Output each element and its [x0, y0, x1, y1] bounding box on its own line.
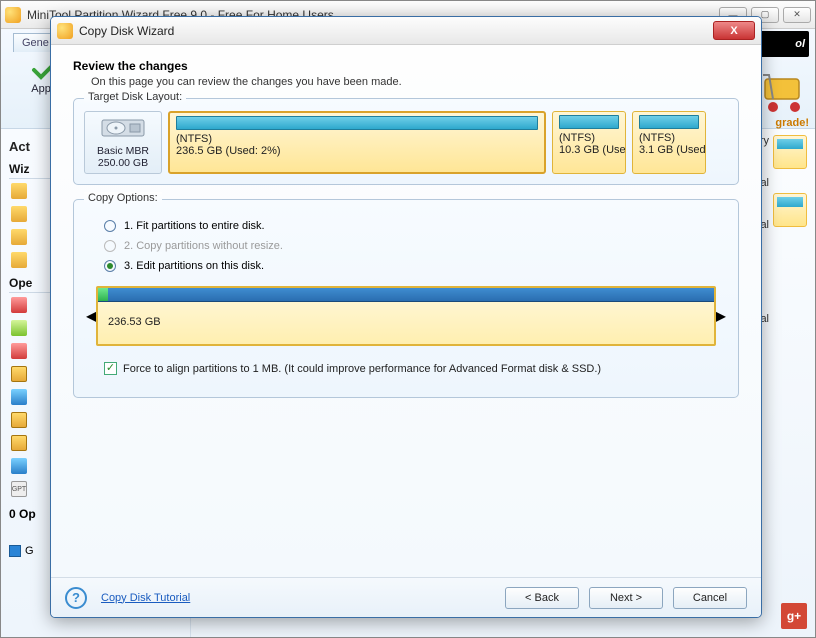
sidebar-icon[interactable]	[11, 435, 27, 451]
partition-editor[interactable]: ◀ ▶ 236.53 GB	[96, 286, 716, 346]
partition-bar	[639, 115, 699, 129]
partition-size: 3.1 GB (Used:	[639, 144, 699, 156]
sidebar-icon[interactable]	[11, 206, 27, 222]
review-subheading: On this page you can review the changes …	[73, 76, 739, 88]
copy-options-group: Copy Options: 1. Fit partitions to entir…	[73, 199, 739, 398]
option-copy-without-resize: 2. Copy partitions without resize.	[104, 240, 728, 252]
tutorial-link[interactable]: Copy Disk Tutorial	[101, 592, 190, 604]
sidebar-icon[interactable]	[11, 366, 27, 382]
radio-icon	[104, 220, 116, 232]
disk-summary[interactable]: Basic MBR 250.00 GB	[84, 111, 162, 174]
copy-disk-wizard-dialog: Copy Disk Wizard X Review the changes On…	[50, 16, 762, 618]
next-button[interactable]: Next >	[589, 587, 663, 609]
dialog-close-button[interactable]: X	[713, 21, 755, 40]
brand-logo: ol	[757, 31, 809, 57]
partition-bar	[559, 115, 619, 129]
sidebar-icon[interactable]	[11, 343, 27, 359]
partition-bar	[176, 116, 538, 130]
sidebar-icon[interactable]	[11, 229, 27, 245]
partition-fs: (NTFS)	[559, 132, 619, 144]
group-label: Copy Options:	[84, 192, 162, 204]
legend-swatch	[9, 545, 21, 557]
force-align-label: Force to align partitions to 1 MB. (It c…	[123, 363, 601, 375]
option-edit-partitions[interactable]: 3. Edit partitions on this disk.	[104, 260, 728, 272]
partition-editor-bar[interactable]	[98, 288, 714, 302]
sidebar-icon[interactable]	[11, 252, 27, 268]
sidebar-icon[interactable]	[11, 389, 27, 405]
option-label: 2. Copy partitions without resize.	[124, 240, 283, 252]
partition-editor-size: 236.53 GB	[98, 302, 714, 342]
radio-icon-selected	[104, 260, 116, 272]
sidebar-icon[interactable]	[11, 320, 27, 336]
back-button[interactable]: < Back	[505, 587, 579, 609]
dialog-titlebar: Copy Disk Wizard X	[51, 17, 761, 45]
option-fit-partitions[interactable]: 1. Fit partitions to entire disk.	[104, 220, 728, 232]
hdd-icon	[100, 116, 146, 140]
group-label: Target Disk Layout:	[84, 91, 186, 103]
sidebar-icon[interactable]	[11, 458, 27, 474]
disk-size: 250.00 GB	[87, 157, 159, 169]
sidebar-icon[interactable]	[11, 297, 27, 313]
cancel-button[interactable]: Cancel	[673, 587, 747, 609]
close-button[interactable]: ✕	[783, 7, 811, 23]
help-icon[interactable]: ?	[65, 587, 87, 609]
checkbox-checked-icon: ✓	[104, 362, 117, 375]
app-icon	[5, 7, 21, 23]
used-space-indicator	[98, 288, 108, 301]
target-disk-layout-group: Target Disk Layout: Basic MBR 250.00 GB …	[73, 98, 739, 185]
partition-size: 10.3 GB (Used	[559, 144, 619, 156]
partition-fs: (NTFS)	[176, 133, 538, 145]
dialog-title: Copy Disk Wizard	[79, 24, 713, 38]
review-heading: Review the changes	[73, 59, 739, 73]
google-plus-icon[interactable]: g+	[781, 603, 807, 629]
partition-main[interactable]: (NTFS) 236.5 GB (Used: 2%)	[168, 111, 546, 174]
option-label: 3. Edit partitions on this disk.	[124, 260, 264, 272]
disk-type: Basic MBR	[87, 145, 159, 157]
partition-fs: (NTFS)	[639, 132, 699, 144]
force-align-checkbox-row[interactable]: ✓ Force to align partitions to 1 MB. (It…	[104, 362, 728, 375]
dialog-footer: ? Copy Disk Tutorial < Back Next > Cance…	[51, 577, 761, 617]
cart-icon[interactable]	[759, 69, 809, 115]
dialog-icon	[57, 23, 73, 39]
disk-thumb[interactable]	[773, 135, 807, 169]
gpt-icon[interactable]: GPT	[11, 481, 27, 497]
partition-2[interactable]: (NTFS) 10.3 GB (Used	[552, 111, 626, 174]
legend-label: G	[25, 545, 34, 557]
resize-handle-right[interactable]: ▶	[715, 308, 726, 325]
sidebar-icon[interactable]	[11, 412, 27, 428]
disk-thumb[interactable]	[773, 193, 807, 227]
option-label: 1. Fit partitions to entire disk.	[124, 220, 265, 232]
sidebar-icon[interactable]	[11, 183, 27, 199]
upgrade-link[interactable]: grade!	[775, 117, 809, 129]
radio-icon	[104, 240, 116, 252]
partition-3[interactable]: (NTFS) 3.1 GB (Used:	[632, 111, 706, 174]
partition-size: 236.5 GB (Used: 2%)	[176, 145, 538, 157]
